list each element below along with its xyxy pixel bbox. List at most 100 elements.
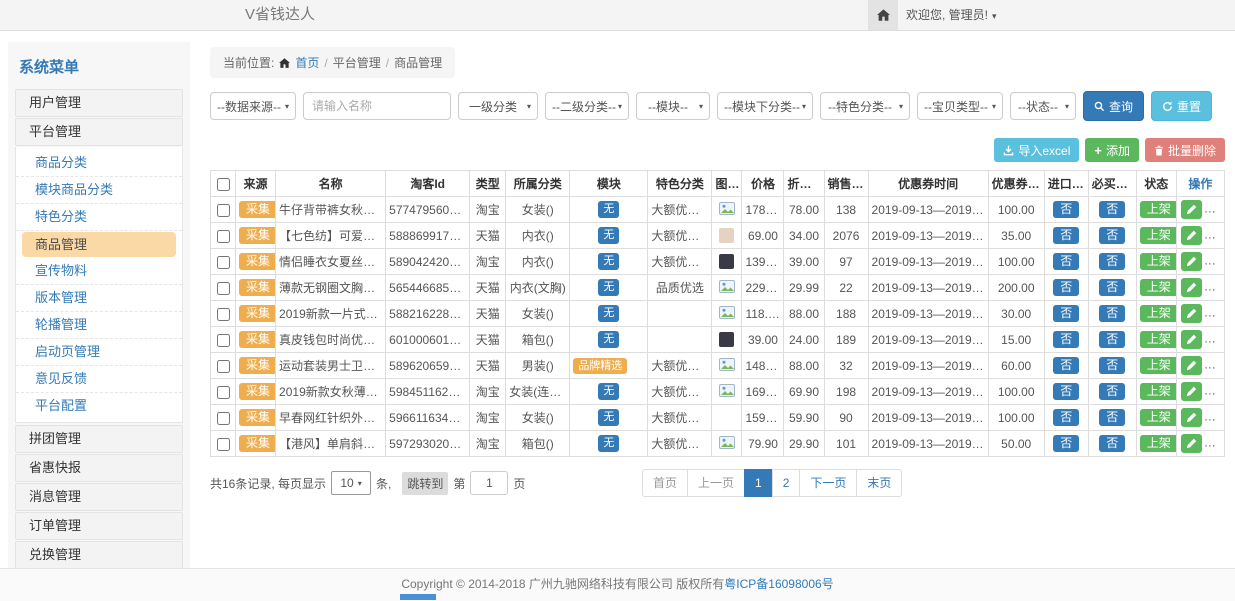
module-cell: 无 [570,275,648,301]
data-source-select[interactable]: --数据来源--▾ [210,92,296,120]
status-toggle[interactable]: 上架 [1140,201,1177,219]
add-button[interactable]: + 添加 [1085,138,1139,162]
import-select-toggle[interactable]: 否 [1053,227,1079,245]
page-button[interactable]: 首页 [642,469,688,497]
row-actions [1176,379,1224,405]
edit-button[interactable] [1181,382,1202,401]
select-all-checkbox[interactable] [217,178,230,191]
user-menu[interactable]: 欢迎您, 管理员!▾ [906,0,997,31]
edit-button[interactable] [1181,408,1202,427]
level1-category-select[interactable]: 一级分类▾ [458,92,538,120]
sidebar-item[interactable]: 特色分类 [16,204,182,231]
product-thumbnail [719,332,734,347]
row-checkbox[interactable] [217,256,230,269]
must-buy-toggle[interactable]: 否 [1099,357,1125,375]
row-checkbox[interactable] [217,308,230,321]
row-checkbox[interactable] [217,386,230,399]
query-button-label: 查询 [1109,98,1133,115]
row-checkbox[interactable] [217,360,230,373]
sales-count: 22 [824,275,868,301]
item-type-select[interactable]: --宝贝类型--▾ [917,92,1003,120]
status-toggle[interactable]: 上架 [1140,253,1177,271]
page-button[interactable]: 1 [744,469,773,497]
status-toggle[interactable]: 上架 [1140,357,1177,375]
status-select[interactable]: --状态--▾ [1010,92,1076,120]
edit-button[interactable] [1181,330,1202,349]
edit-button[interactable] [1181,200,1202,219]
row-checkbox[interactable] [217,438,230,451]
icp-link[interactable]: 粤ICP备16098006号 [724,577,833,591]
query-button[interactable]: 查询 [1083,91,1144,121]
module-sub-category-select[interactable]: --模块下分类--▾ [717,92,813,120]
page-button[interactable]: 上一页 [687,469,745,497]
import-select-toggle[interactable]: 否 [1053,357,1079,375]
status-toggle[interactable]: 上架 [1140,227,1177,245]
sidebar-group-item[interactable]: 用户管理 [15,89,183,117]
module-select[interactable]: --模块--▾ [636,92,710,120]
sidebar-item[interactable]: 宣传物料 [16,258,182,285]
must-buy-toggle[interactable]: 否 [1099,227,1125,245]
status-toggle[interactable]: 上架 [1140,279,1177,297]
row-checkbox[interactable] [217,230,230,243]
level2-category-select[interactable]: --二级分类--▾ [545,92,629,120]
row-checkbox[interactable] [217,412,230,425]
import-select-toggle[interactable]: 否 [1053,383,1079,401]
status-toggle[interactable]: 上架 [1140,331,1177,349]
must-buy-toggle[interactable]: 否 [1099,383,1125,401]
import-select-toggle[interactable]: 否 [1053,331,1079,349]
import-select-toggle[interactable]: 否 [1053,409,1079,427]
name-search-input[interactable] [303,92,451,120]
sidebar-item[interactable]: 版本管理 [16,285,182,312]
sidebar-item[interactable]: 意见反馈 [16,366,182,393]
sidebar-group-item[interactable]: 平台管理 [15,118,183,146]
home-button[interactable] [868,0,898,30]
sidebar-item[interactable]: 商品分类 [16,150,182,177]
status-toggle[interactable]: 上架 [1140,383,1177,401]
sidebar-group-item[interactable]: 兑换管理 [15,541,183,568]
must-buy-toggle[interactable]: 否 [1099,253,1125,271]
must-buy-toggle[interactable]: 否 [1099,435,1125,453]
page-button[interactable]: 2 [772,469,801,497]
page-button[interactable]: 下一页 [799,469,857,497]
sidebar-item[interactable]: 模块商品分类 [16,177,182,204]
must-buy-toggle[interactable]: 否 [1099,279,1125,297]
coupon-amount: 100.00 [988,379,1044,405]
feature-category-select[interactable]: --特色分类--▾ [820,92,910,120]
must-buy-toggle[interactable]: 否 [1099,201,1125,219]
edit-button[interactable] [1181,356,1202,375]
edit-button[interactable] [1181,434,1202,453]
import-select-toggle[interactable]: 否 [1053,279,1079,297]
sidebar-group-item[interactable]: 拼团管理 [15,425,183,453]
row-checkbox[interactable] [217,334,230,347]
per-page-select[interactable]: 10▾ [331,471,371,495]
import-select-toggle[interactable]: 否 [1053,201,1079,219]
import-select-toggle[interactable]: 否 [1053,435,1079,453]
status-toggle[interactable]: 上架 [1140,305,1177,323]
breadcrumb-home-link[interactable]: 首页 [295,54,319,71]
import-excel-button[interactable]: 导入excel [994,138,1079,162]
reset-button[interactable]: 重置 [1151,91,1212,121]
edit-button[interactable] [1181,252,1202,271]
import-select-toggle[interactable]: 否 [1053,253,1079,271]
must-buy-toggle[interactable]: 否 [1099,331,1125,349]
sidebar-item[interactable]: 平台配置 [16,393,182,419]
page-button[interactable]: 末页 [856,469,902,497]
import-select-toggle[interactable]: 否 [1053,305,1079,323]
row-checkbox[interactable] [217,204,230,217]
edit-button[interactable] [1181,304,1202,323]
sidebar-group-item[interactable]: 订单管理 [15,512,183,540]
sidebar-item[interactable]: 轮播管理 [16,312,182,339]
row-checkbox[interactable] [217,282,230,295]
sidebar-item[interactable]: 启动页管理 [16,339,182,366]
jump-page-input[interactable] [470,471,508,495]
batch-delete-button[interactable]: 批量删除 [1145,138,1225,162]
status-toggle[interactable]: 上架 [1140,435,1177,453]
edit-button[interactable] [1181,278,1202,297]
sidebar-group-item[interactable]: 消息管理 [15,483,183,511]
must-buy-toggle[interactable]: 否 [1099,409,1125,427]
sidebar-item[interactable]: 商品管理 [22,232,176,257]
must-buy-toggle[interactable]: 否 [1099,305,1125,323]
status-toggle[interactable]: 上架 [1140,409,1177,427]
sidebar-group-item[interactable]: 省惠快报 [15,454,183,482]
edit-button[interactable] [1181,226,1202,245]
